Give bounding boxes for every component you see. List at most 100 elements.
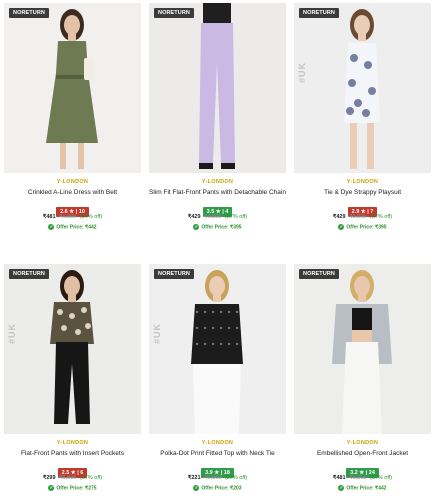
offer-price-row: ✓ Offer Price: ₹395 [149, 224, 286, 230]
print-dot [235, 310, 239, 314]
print-dot [227, 326, 231, 330]
product-card[interactable]: NORETURN Y-LONDON Embellished Open-Front… [294, 264, 431, 491]
brand-name[interactable]: Y-LONDON [294, 440, 431, 446]
product-image[interactable]: NORETURN [149, 3, 286, 173]
noreturn-badge: NORETURN [299, 8, 339, 18]
print-dot [368, 87, 376, 95]
model-neck [68, 33, 76, 41]
brand-name[interactable]: Y-LONDON [4, 179, 141, 185]
print-dot [346, 107, 354, 115]
garment-belt [56, 75, 88, 79]
mrp-price: ₹6,899 [59, 214, 77, 220]
model-midriff [352, 330, 372, 342]
brand-name[interactable]: Y-LONDON [149, 179, 286, 185]
price-row: ₹429 ₹5,899 (87% off) [294, 214, 431, 220]
mrp-price: ₹6,899 [349, 475, 367, 481]
brand-name[interactable]: Y-LONDON [4, 440, 141, 446]
product-image[interactable]: NORETURN #UK [294, 3, 431, 173]
product-title[interactable]: Tie & Dye Strappy Playsuit [294, 189, 431, 196]
print-dot [211, 310, 215, 314]
check-icon: ✓ [338, 224, 345, 230]
noreturn-badge: NORETURN [9, 8, 49, 18]
offer-price: Offer Price: ₹203 [201, 485, 242, 492]
model-leg [60, 143, 66, 169]
model-photo [4, 3, 141, 173]
product-title[interactable]: Flat-Front Pants with Insert Pockets [4, 450, 141, 457]
product-card[interactable]: NORETURN Y-LONDON Crinkled A-Line Dress … [4, 3, 141, 230]
model-photo [4, 264, 141, 434]
model-photo [149, 264, 286, 434]
product-card[interactable]: NORETURN Y-LONDON Slim Fit Flat-Front Pa… [149, 3, 286, 230]
garment-top [203, 3, 231, 25]
garment-top [191, 304, 243, 364]
offer-price-row: ✓ Offer Price: ₹395 [294, 224, 431, 230]
offer-price: Offer Price: ₹442 [346, 485, 387, 492]
print-dot [219, 342, 223, 346]
noreturn-badge: NORETURN [9, 269, 49, 279]
model-leg [78, 143, 84, 169]
product-title[interactable]: Embellished Open-Front Jacket [294, 450, 431, 457]
print-dot [203, 310, 207, 314]
offer-price: Offer Price: ₹442 [56, 224, 97, 231]
model-head [64, 15, 80, 35]
model-leg [350, 123, 357, 169]
model-head [64, 276, 80, 296]
product-image[interactable]: NORETURN [4, 3, 141, 173]
noreturn-badge: NORETURN [154, 8, 194, 18]
print-dot [227, 342, 231, 346]
print-dot [203, 342, 207, 346]
model-neck [68, 294, 76, 302]
model-photo [149, 3, 286, 173]
print-dot [57, 309, 63, 315]
product-card[interactable]: NORETURN #UK Y-LONDON Flat-Front Pants w… [4, 264, 141, 491]
product-image[interactable]: NORETURN #UK [4, 264, 141, 434]
print-dot [348, 79, 356, 87]
shoe [199, 163, 213, 169]
print-dot [364, 61, 372, 69]
brand-name[interactable]: Y-LONDON [294, 179, 431, 185]
product-title[interactable]: Crinkled A-Line Dress with Belt [4, 189, 141, 196]
garment-top [50, 302, 94, 344]
model-neck [358, 294, 366, 302]
selling-price: ₹429 [332, 214, 346, 220]
product-image[interactable]: NORETURN [294, 264, 431, 434]
print-dot [219, 310, 223, 314]
offer-price-row: ✓ Offer Price: ₹442 [4, 224, 141, 230]
offer-price: Offer Price: ₹395 [201, 224, 242, 231]
print-dot [195, 310, 199, 314]
noreturn-badge: NORETURN [154, 269, 194, 279]
product-title[interactable]: Slim Fit Flat-Front Pants with Detachabl… [149, 189, 286, 196]
product-image[interactable]: NORETURN #UK [149, 264, 286, 434]
print-dot [235, 342, 239, 346]
model-head [209, 276, 225, 296]
model-neck [358, 33, 366, 41]
mrp-price: ₹6,899 [204, 214, 222, 220]
mrp-price: ₹6,899 [204, 475, 222, 481]
check-icon: ✓ [338, 485, 345, 491]
uk-watermark: #UK [297, 61, 307, 83]
check-icon: ✓ [193, 485, 200, 491]
check-icon: ✓ [48, 224, 55, 230]
garment-bottom [193, 364, 241, 434]
product-card[interactable]: NORETURN #UK Y-LONDON Tie & Dye Strappy … [294, 3, 431, 230]
uk-watermark: #UK [152, 322, 162, 344]
model-photo [294, 3, 431, 173]
product-card[interactable]: NORETURN #UK Y-LONDON Polka-Dot Print Fi… [149, 264, 286, 491]
model-photo [294, 264, 431, 434]
selling-price: ₹481 [332, 475, 346, 481]
print-dot [61, 325, 67, 331]
selling-price: ₹429 [187, 214, 201, 220]
print-dot [203, 326, 207, 330]
brand-name[interactable]: Y-LONDON [149, 440, 286, 446]
discount-percent: (87% off) [224, 475, 248, 481]
model-head [354, 15, 370, 35]
print-dot [195, 342, 199, 346]
discount-percent: (87% off) [224, 214, 248, 220]
selling-price: ₹299 [42, 475, 56, 481]
price-row: ₹221 ₹6,899 (87% off) [149, 475, 286, 481]
shoe [221, 163, 235, 169]
model-neck [213, 294, 221, 302]
check-icon: ✓ [193, 224, 200, 230]
product-title[interactable]: Polka-Dot Print Fitted Top with Neck Tie [149, 450, 286, 457]
discount-percent: (87% off) [79, 214, 103, 220]
